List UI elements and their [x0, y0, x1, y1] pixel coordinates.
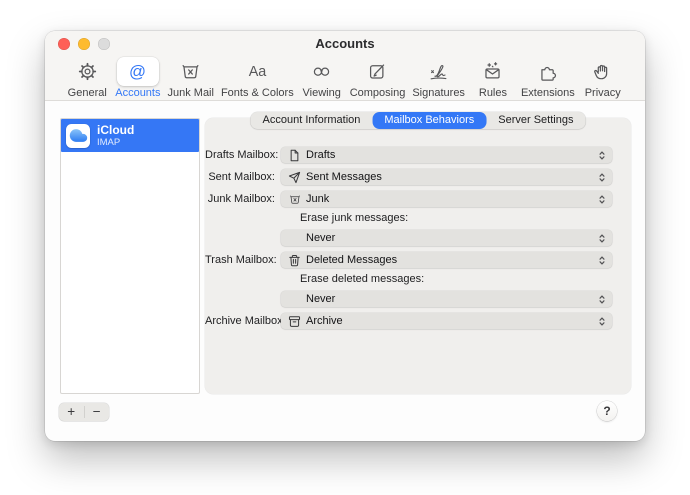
stepper-icon — [598, 294, 606, 305]
toolbar-item-label: Privacy — [585, 87, 621, 99]
account-name: iCloud — [97, 124, 134, 137]
popup-drafts[interactable]: Drafts — [281, 147, 612, 163]
toolbar-item-label: General — [68, 87, 107, 99]
mailbox-behaviors-form: Drafts Mailbox:DraftsSent Mailbox:Sent M… — [205, 118, 631, 394]
field-sublabel-erase-junk-messages: Erase junk messages: — [300, 212, 408, 224]
at-icon: @ — [117, 57, 159, 86]
help-button[interactable]: ? — [597, 401, 617, 421]
toolbar-item-label: Accounts — [115, 87, 160, 99]
account-list-item-icloud[interactable]: iCloudIMAP — [61, 119, 199, 152]
toolbar-item-label: Rules — [479, 87, 507, 99]
toolbar-item-privacy[interactable]: Privacy — [579, 57, 627, 99]
accounts-sidebar[interactable]: iCloudIMAP — [60, 118, 200, 394]
popup-never[interactable]: Never — [281, 230, 612, 246]
toolbar-item-fonts-colors[interactable]: Aa Fonts & Colors — [218, 57, 297, 99]
field-label-archive-mailbox: Archive Mailbox: — [205, 313, 275, 329]
accounts-preferences-window: Accounts General @ Accounts Junk Mail Aa Font… — [45, 31, 645, 441]
form-row: Trash Mailbox: Deleted Messages — [205, 252, 631, 268]
window-title: Accounts — [45, 31, 645, 57]
toolbar-item-rules[interactable]: Rules — [469, 57, 517, 99]
trash-icon — [288, 254, 302, 267]
icloud-cloud-icon — [66, 124, 90, 148]
fonts-icon: Aa — [236, 57, 278, 86]
field-label-drafts-mailbox: Drafts Mailbox: — [205, 147, 275, 163]
stepper-icon — [598, 233, 606, 244]
popup-value: Archive — [306, 315, 343, 327]
add-account-button[interactable]: + — [59, 403, 84, 421]
toolbar-item-accounts[interactable]: @ Accounts — [112, 57, 163, 99]
toolbar-item-label: Extensions — [521, 87, 575, 99]
popup-deleted-messages[interactable]: Deleted Messages — [281, 252, 612, 268]
toolbar-item-junk-mail[interactable]: Junk Mail — [164, 57, 216, 99]
popup-icon-slot — [288, 293, 302, 306]
compose-icon — [357, 57, 399, 86]
traffic-lights — [58, 38, 110, 50]
toolbar-item-label: Fonts & Colors — [221, 87, 294, 99]
add-remove-control: + − — [59, 403, 109, 421]
hand-icon — [582, 57, 624, 86]
window-header: Accounts General @ Accounts Junk Mail Aa Font… — [45, 31, 645, 101]
field-label-sent-mailbox: Sent Mailbox: — [205, 169, 275, 185]
toolbar-item-general[interactable]: General — [63, 57, 111, 99]
popup-value: Deleted Messages — [306, 254, 397, 266]
traffic-light-close[interactable] — [58, 38, 70, 50]
stepper-icon — [598, 150, 606, 161]
toolbar-item-viewing[interactable]: Viewing — [298, 57, 346, 99]
form-row: Never — [205, 291, 631, 307]
form-row: Never — [205, 230, 631, 246]
document-icon — [288, 149, 302, 162]
popup-sent-messages[interactable]: Sent Messages — [281, 169, 612, 185]
toolbar-item-extensions[interactable]: Extensions — [518, 57, 578, 99]
popup-archive[interactable]: Archive — [281, 313, 612, 329]
stepper-icon — [598, 316, 606, 327]
popup-never[interactable]: Never — [281, 291, 612, 307]
popup-junk[interactable]: Junk — [281, 191, 612, 207]
account-detail-panel: Account InformationMailbox BehaviorsServ… — [205, 118, 631, 394]
form-row: Junk Mailbox: Junk — [205, 191, 631, 207]
toolbar-item-label: Viewing — [303, 87, 341, 99]
gear-icon — [66, 57, 108, 86]
popup-icon-slot — [288, 232, 302, 245]
toolbar-item-composing[interactable]: Composing — [347, 57, 409, 99]
stepper-icon — [598, 255, 606, 266]
titlebar[interactable]: Accounts — [45, 31, 645, 56]
traffic-light-zoom[interactable] — [98, 38, 110, 50]
toolbar-item-label: Composing — [350, 87, 406, 99]
svg-text:Aa: Aa — [249, 64, 267, 80]
stepper-icon — [598, 172, 606, 183]
form-row: Archive Mailbox: Archive — [205, 313, 631, 329]
remove-account-button[interactable]: − — [85, 403, 110, 421]
toolbar-item-label: Signatures — [412, 87, 465, 99]
stepper-icon — [598, 194, 606, 205]
glasses-icon — [301, 57, 343, 86]
field-label-trash-mailbox: Trash Mailbox: — [205, 252, 275, 268]
junk-bin-icon — [170, 57, 212, 86]
field-sublabel-erase-deleted-messages: Erase deleted messages: — [300, 273, 424, 285]
form-row: Drafts Mailbox: Drafts — [205, 147, 631, 163]
popup-value: Sent Messages — [306, 171, 382, 183]
signature-icon — [418, 57, 460, 86]
junk-bin-icon — [288, 193, 302, 206]
popup-value: Never — [306, 232, 335, 244]
puzzle-icon — [527, 57, 569, 86]
toolbar-item-signatures[interactable]: Signatures — [409, 57, 468, 99]
field-label-junk-mailbox: Junk Mailbox: — [205, 191, 275, 207]
popup-value: Drafts — [306, 149, 335, 161]
form-row: Sent Mailbox: Sent Messages — [205, 169, 631, 185]
paperplane-icon — [288, 171, 302, 184]
preferences-toolbar: General @ Accounts Junk Mail Aa Fonts & Color… — [45, 56, 645, 99]
account-protocol: IMAP — [97, 137, 134, 148]
popup-value: Junk — [306, 193, 329, 205]
svg-text:@: @ — [129, 62, 146, 81]
rules-envelope-icon — [472, 57, 514, 86]
popup-value: Never — [306, 293, 335, 305]
traffic-light-minimize[interactable] — [78, 38, 90, 50]
toolbar-item-label: Junk Mail — [167, 87, 213, 99]
archive-icon — [288, 315, 302, 328]
